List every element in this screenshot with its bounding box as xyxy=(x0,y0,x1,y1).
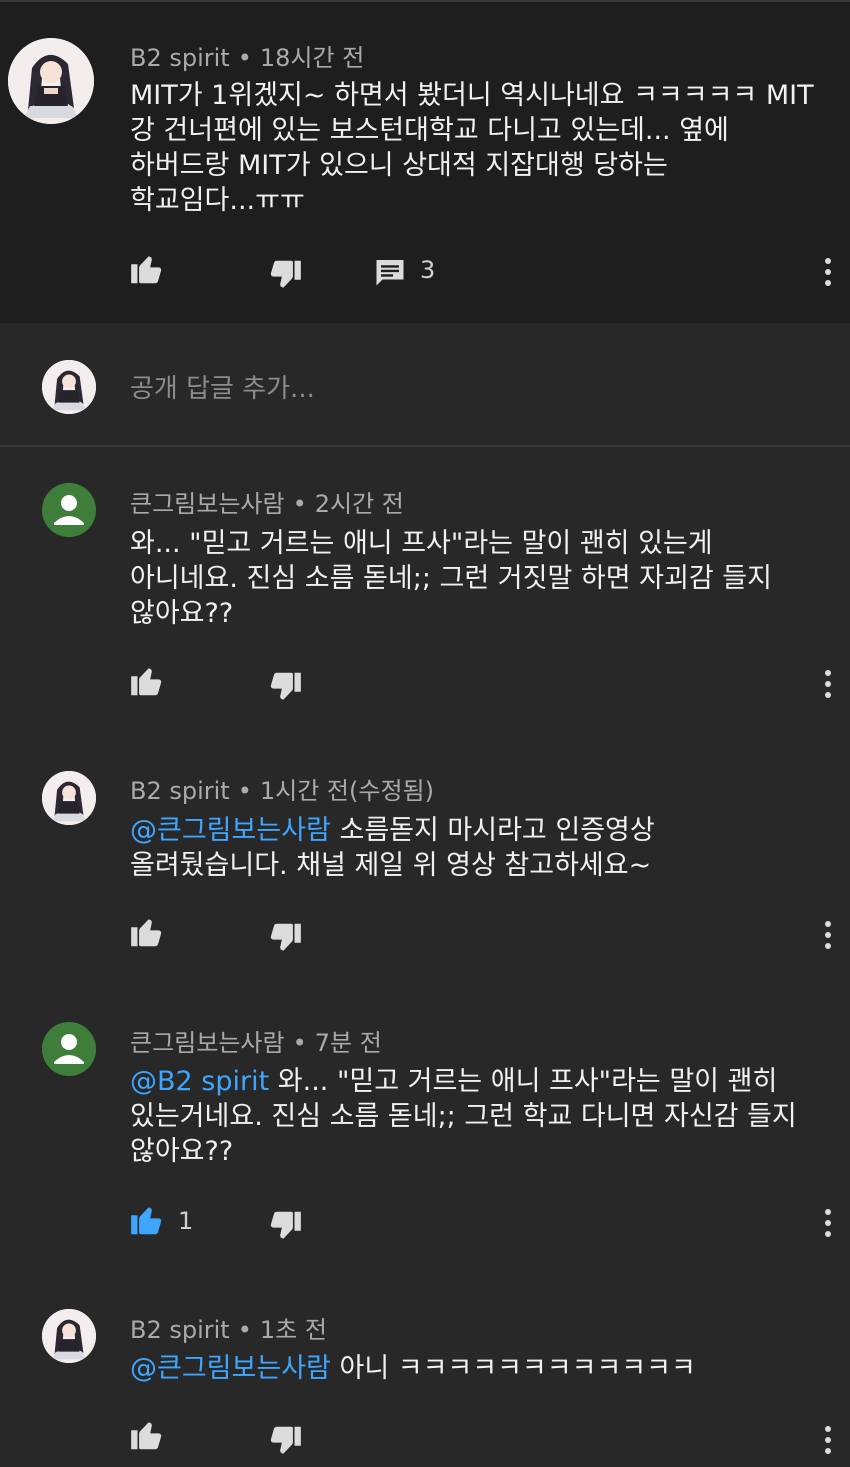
comment-time[interactable]: 7분 전 xyxy=(315,1029,382,1057)
like-icon[interactable] xyxy=(128,250,166,288)
more-vert-icon[interactable] xyxy=(818,1203,838,1243)
author-avatar[interactable] xyxy=(42,1309,96,1363)
comment-line-text: 소름돋지 마시라고 인증영상 xyxy=(330,815,655,846)
reply-count[interactable]: 3 xyxy=(420,256,435,284)
comment-line: 않아요?? xyxy=(130,1136,234,1167)
comment-text: MIT가 1위겠지~ 하면서 봤더니 역시나네요 ㅋㅋㅋㅋㅋ MIT 강 건너편… xyxy=(130,78,830,218)
author-name[interactable]: 큰그림보는사람 xyxy=(130,1029,285,1057)
comment-line: 학교임다...ㅠㅠ xyxy=(130,185,305,216)
comment-text: @B2 spirit 와... "믿고 거르는 애니 프사"라는 말이 괜히 있… xyxy=(130,1064,830,1169)
comment-line: 하버드랑 MIT가 있으니 상대적 지잡대행 당하는 xyxy=(130,150,668,181)
comment-icon[interactable] xyxy=(372,254,410,292)
dislike-icon[interactable] xyxy=(266,256,304,294)
comment-line: @큰그림보는사람 소름돋지 마시라고 인증영상 xyxy=(130,813,830,848)
comment-time[interactable]: 1시간 전(수정됨) xyxy=(260,777,434,805)
author-avatar[interactable] xyxy=(42,1022,96,1076)
author-avatar[interactable] xyxy=(42,483,96,537)
dislike-icon[interactable] xyxy=(266,1207,304,1245)
author-name[interactable]: B2 spirit xyxy=(130,1316,230,1344)
comment-line: 와... "믿고 거르는 애니 프사"라는 말이 괜히 있는게 xyxy=(130,528,713,559)
comment-meta: 큰그림보는사람 • 2시간 전 xyxy=(130,484,404,519)
more-vert-icon[interactable] xyxy=(818,1420,838,1460)
comment-text: 와... "믿고 거르는 애니 프사"라는 말이 괜히 있는게 아니네요. 진심… xyxy=(130,526,830,631)
mention-link[interactable]: @큰그림보는사람 xyxy=(130,1353,331,1384)
comment-line: 아니네요. 진심 소름 돋네;; 그런 거짓말 하면 자괴감 들지 xyxy=(130,563,772,594)
comment-meta: B2 spirit • 1시간 전(수정됨) xyxy=(130,771,434,806)
author-name[interactable]: B2 spirit xyxy=(130,44,230,72)
comment-line-text: 아니 ㅋㅋㅋㅋㅋㅋㅋㅋㅋㅋㅋㅋ xyxy=(330,1353,696,1384)
comment-time[interactable]: 1초 전 xyxy=(260,1316,327,1344)
like-icon[interactable] xyxy=(128,1416,166,1454)
author-name[interactable]: B2 spirit xyxy=(130,777,230,805)
like-icon[interactable] xyxy=(128,913,166,951)
comment-line: @B2 spirit 와... "믿고 거르는 애니 프사"라는 말이 괜히 xyxy=(130,1064,830,1099)
more-vert-icon[interactable] xyxy=(818,915,838,955)
separator-dot: • xyxy=(237,44,252,72)
comment-line-text: 와... "믿고 거르는 애니 프사"라는 말이 괜히 xyxy=(269,1066,778,1097)
author-avatar[interactable] xyxy=(42,771,96,825)
more-vert-icon[interactable] xyxy=(818,664,838,704)
mention-link[interactable]: @큰그림보는사람 xyxy=(130,815,331,846)
comment-line: 않아요?? xyxy=(130,598,234,629)
comment-line: @큰그림보는사람 아니 ㅋㅋㅋㅋㅋㅋㅋㅋㅋㅋㅋㅋ xyxy=(130,1351,830,1386)
separator-dot: • xyxy=(292,1029,307,1057)
comment-line: MIT가 1위겠지~ 하면서 봤더니 역시나네요 ㅋㅋㅋㅋㅋ MIT xyxy=(130,80,814,111)
author-name[interactable]: 큰그림보는사람 xyxy=(130,490,285,518)
comment-line: 강 건너편에 있는 보스턴대학교 다니고 있는데... 옆에 xyxy=(130,115,729,146)
comment-line: 올려뒀습니다. 채널 제일 위 영상 참고하세요~ xyxy=(130,850,652,881)
like-icon[interactable] xyxy=(128,662,166,700)
like-icon-active[interactable] xyxy=(128,1201,166,1239)
comment-line: 있는거네요. 진심 소름 돋네;; 그런 학교 다니면 자신감 들지 xyxy=(130,1101,797,1132)
like-count: 1 xyxy=(178,1207,194,1235)
dislike-icon[interactable] xyxy=(266,919,304,957)
mention-link[interactable]: @B2 spirit xyxy=(130,1066,269,1097)
separator-dot: • xyxy=(237,1316,252,1344)
reply-bar xyxy=(0,323,850,447)
dislike-icon[interactable] xyxy=(266,668,304,706)
comment-actions: 3 xyxy=(128,250,828,290)
comment-meta: 큰그림보는사람 • 7분 전 xyxy=(130,1023,382,1058)
comment-meta: B2 spirit • 1초 전 xyxy=(130,1310,327,1345)
reply-bar-divider xyxy=(0,445,850,447)
comment-text: @큰그림보는사람 아니 ㅋㅋㅋㅋㅋㅋㅋㅋㅋㅋㅋㅋ xyxy=(130,1351,830,1386)
top-comment: B2 spirit • 18시간 전 MIT가 1위겠지~ 하면서 봤더니 역시나네… xyxy=(0,0,850,323)
comment-text: @큰그림보는사람 소름돋지 마시라고 인증영상 올려뒀습니다. 채널 제일 위 … xyxy=(130,813,830,883)
separator-dot: • xyxy=(292,490,307,518)
author-avatar[interactable] xyxy=(8,38,94,124)
separator-dot: • xyxy=(237,777,252,805)
more-vert-icon[interactable] xyxy=(818,252,838,292)
comment-meta: B2 spirit • 18시간 전 xyxy=(130,38,364,73)
comment-time[interactable]: 18시간 전 xyxy=(260,44,364,72)
comment-time[interactable]: 2시간 전 xyxy=(315,490,404,518)
my-avatar xyxy=(42,360,96,414)
add-reply-input[interactable]: 공개 답글 추가... xyxy=(130,368,315,405)
dislike-icon[interactable] xyxy=(266,1422,304,1460)
top-divider xyxy=(0,0,850,2)
